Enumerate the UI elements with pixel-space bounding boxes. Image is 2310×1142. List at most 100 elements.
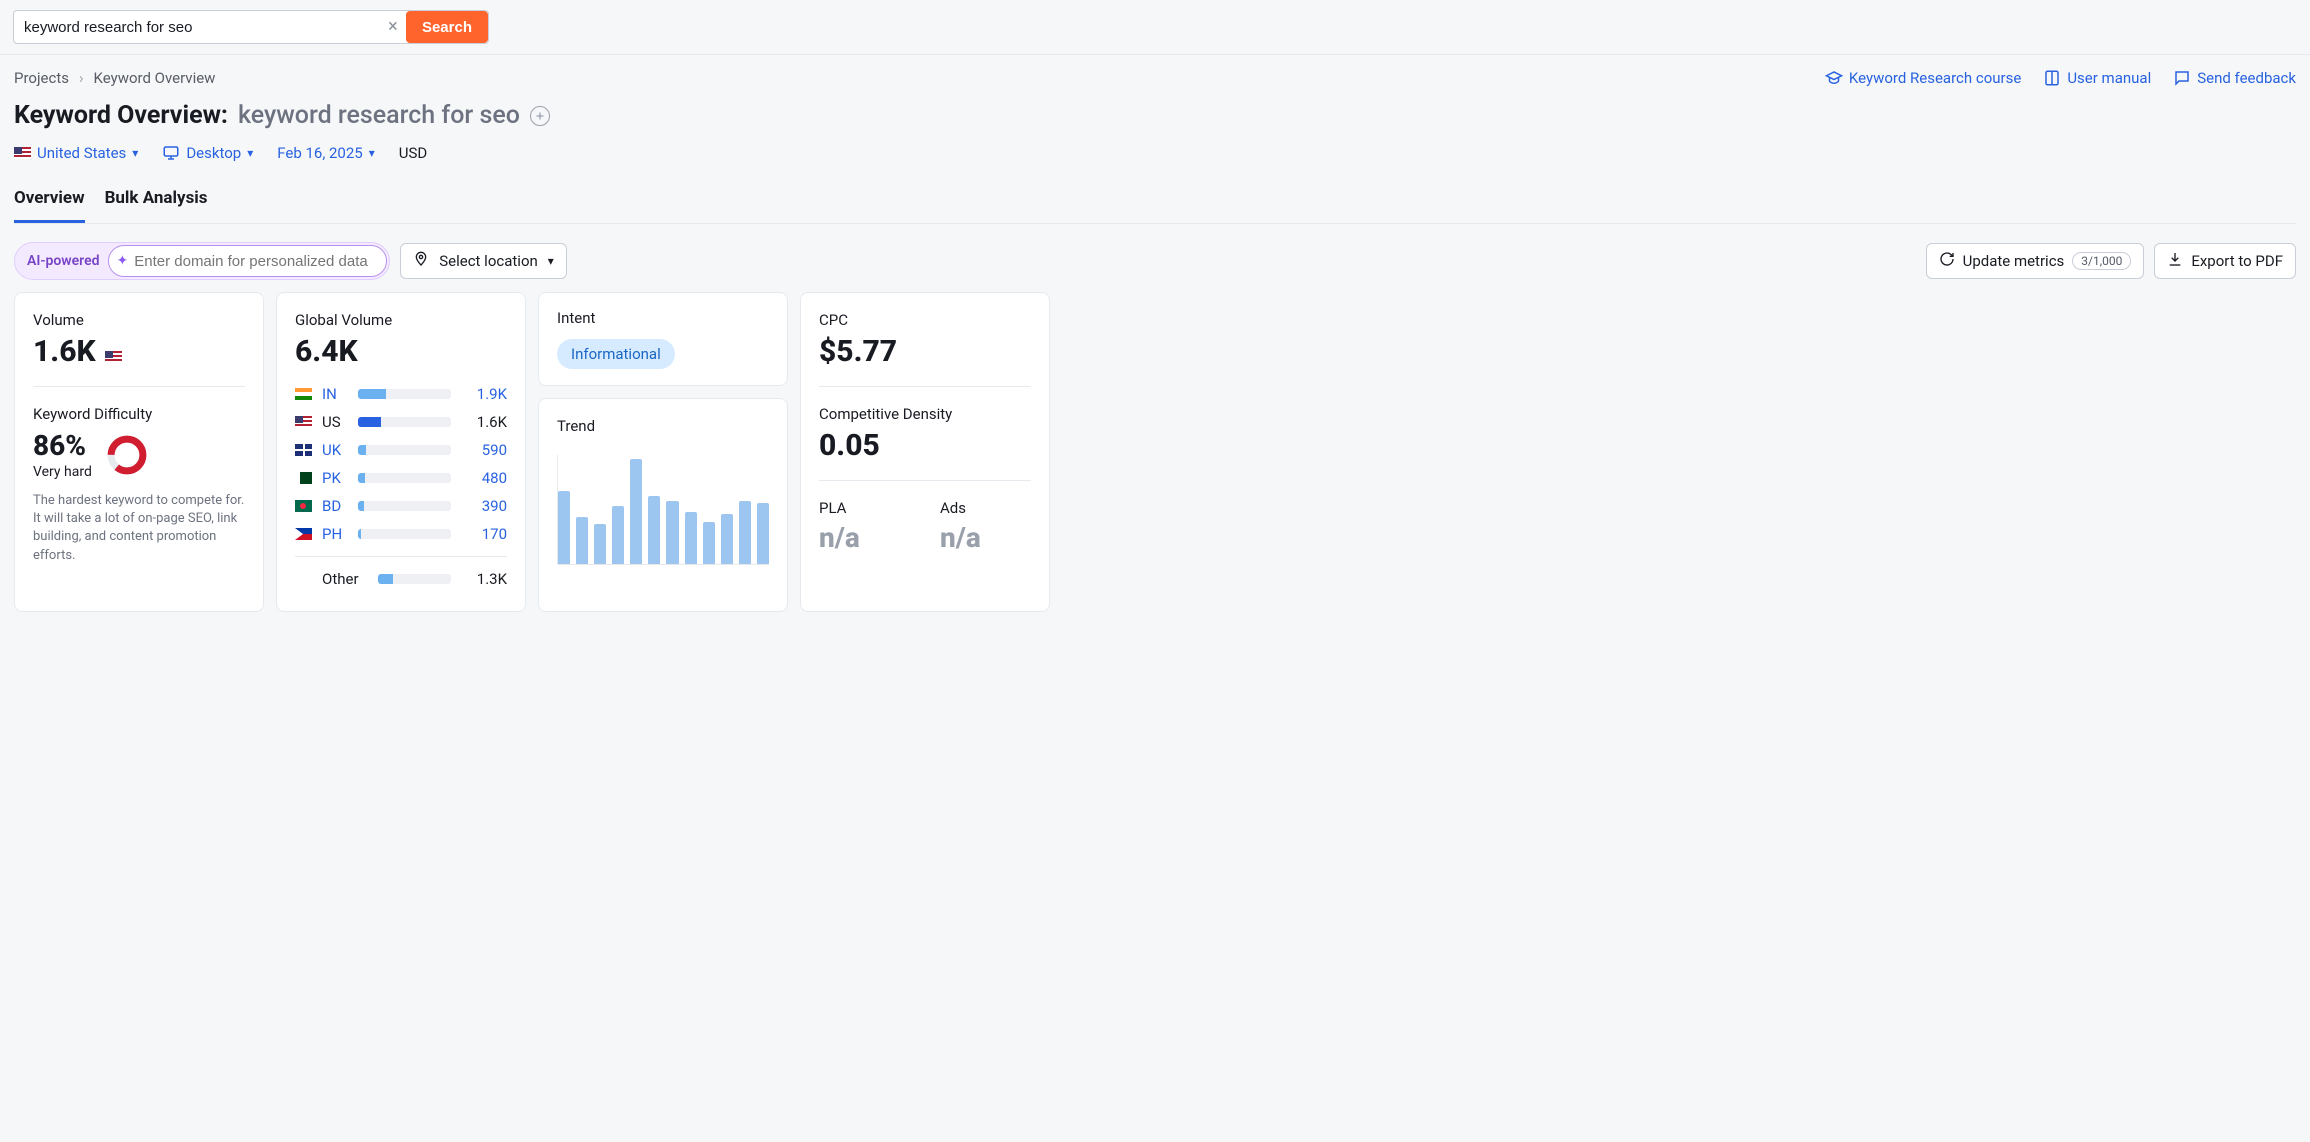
ads-value: n/a — [940, 521, 1031, 554]
difficulty-label: Keyword Difficulty — [33, 405, 245, 423]
volume-value: 390 — [461, 497, 507, 515]
trend-bar — [630, 459, 642, 564]
global-volume-other: Other 1.3K — [295, 565, 507, 593]
monitor-icon — [162, 144, 180, 162]
trend-bar — [685, 512, 697, 565]
trend-label: Trend — [557, 417, 769, 435]
volume-value: 1.9K — [461, 385, 507, 403]
page-title-keyword: keyword research for seo — [238, 101, 520, 130]
uk-flag-icon — [295, 444, 312, 456]
tab-bulk-analysis[interactable]: Bulk Analysis — [105, 182, 208, 223]
export-pdf-button[interactable]: Export to PDF — [2154, 243, 2296, 279]
date-picker[interactable]: Feb 16, 2025 ▾ — [277, 144, 375, 162]
difficulty-percent: 86% — [33, 429, 92, 462]
domain-input[interactable] — [134, 253, 374, 270]
trend-bar — [576, 517, 588, 564]
trend-bar — [703, 522, 715, 564]
global-volume-row[interactable]: BD 390 — [295, 492, 507, 520]
us-flag-icon — [295, 416, 312, 428]
country-code: PH — [322, 525, 348, 543]
breadcrumb-projects[interactable]: Projects — [14, 69, 69, 87]
trend-chart — [557, 455, 769, 565]
update-metrics-button[interactable]: Update metrics 3/1,000 — [1926, 243, 2145, 279]
ai-label: AI-powered — [27, 253, 100, 269]
volume-label: Volume — [33, 311, 245, 329]
chat-icon — [2173, 69, 2191, 87]
ai-powered-badge: AI-powered ✦ — [14, 242, 390, 280]
cpc-label: CPC — [819, 311, 1031, 329]
volume-value: 590 — [461, 441, 507, 459]
volume-value: 1.6K — [33, 334, 96, 369]
chevron-down-icon: ▾ — [369, 146, 375, 160]
volume-card: Volume 1.6K Keyword Difficulty 86% Very … — [14, 292, 264, 612]
difficulty-donut — [106, 434, 148, 476]
volume-value: 170 — [461, 525, 507, 543]
location-select[interactable]: Select location ▾ — [400, 243, 567, 279]
trend-bar — [612, 506, 624, 564]
global-volume-value: 6.4K — [295, 335, 507, 368]
sparkle-icon: ✦ — [117, 253, 129, 269]
export-icon — [2167, 251, 2183, 271]
country-picker[interactable]: United States ▾ — [14, 144, 138, 162]
difficulty-description: The hardest keyword to compete for. It w… — [33, 492, 245, 565]
trend-bar — [558, 491, 570, 565]
device-picker[interactable]: Desktop ▾ — [162, 144, 253, 162]
trend-bar — [739, 501, 751, 564]
pla-label: PLA — [819, 499, 910, 517]
link-manual[interactable]: User manual — [2043, 69, 2151, 87]
trend-bar — [757, 503, 769, 564]
chevron-right-icon: › — [79, 69, 84, 87]
book-icon — [2043, 69, 2061, 87]
add-keyword-button[interactable] — [530, 106, 550, 126]
domain-input-wrap: ✦ — [108, 245, 388, 277]
pk-flag-icon — [295, 472, 312, 484]
ph-flag-icon — [295, 528, 312, 540]
us-flag-icon — [105, 351, 122, 363]
global-volume-row[interactable]: PK480 — [295, 464, 507, 492]
global-volume-row: US 1.6K — [295, 408, 507, 436]
difficulty-level: Very hard — [33, 464, 92, 480]
refresh-icon — [1939, 251, 1955, 271]
trend-card: Trend — [538, 398, 788, 612]
update-count: 3/1,000 — [2072, 252, 2131, 270]
breadcrumb: Projects › Keyword Overview — [14, 69, 215, 87]
cpc-value: $5.77 — [819, 335, 1031, 368]
currency-label: USD — [399, 144, 427, 162]
graduation-cap-icon — [1825, 69, 1843, 87]
page-title: Keyword Overview: — [14, 101, 228, 130]
global-volume-row[interactable]: PH 170 — [295, 520, 507, 548]
competitive-value: 0.05 — [819, 429, 1031, 462]
chevron-down-icon: ▾ — [247, 146, 253, 160]
country-code: PK — [322, 469, 348, 487]
global-volume-card: Global Volume 6.4K IN 1.9K US 1.6K UK590PK48… — [276, 292, 526, 612]
search-button[interactable]: Search — [406, 11, 488, 43]
trend-bar — [594, 524, 606, 564]
country-code: BD — [322, 497, 348, 515]
metrics-card: CPC $5.77 Competitive Density 0.05 PLA n… — [800, 292, 1050, 612]
search-bar: × Search — [13, 10, 489, 44]
intent-label: Intent — [557, 309, 769, 327]
us-flag-icon — [14, 147, 31, 159]
intent-value: Informational — [557, 339, 675, 369]
link-feedback[interactable]: Send feedback — [2173, 69, 2296, 87]
volume-value: 1.6K — [461, 413, 507, 431]
chevron-down-icon: ▾ — [548, 254, 554, 268]
trend-bar — [721, 514, 733, 564]
competitive-label: Competitive Density — [819, 405, 1031, 423]
global-volume-label: Global Volume — [295, 311, 507, 329]
global-volume-row[interactable]: UK590 — [295, 436, 507, 464]
global-volume-row[interactable]: IN 1.9K — [295, 380, 507, 408]
link-course[interactable]: Keyword Research course — [1825, 69, 2021, 87]
country-code: IN — [322, 385, 348, 403]
country-code: US — [322, 413, 348, 431]
clear-icon[interactable]: × — [380, 11, 406, 43]
pin-icon — [413, 251, 429, 271]
intent-card: Intent Informational — [538, 292, 788, 386]
breadcrumb-current: Keyword Overview — [94, 69, 216, 87]
in-flag-icon — [295, 388, 312, 400]
chevron-down-icon: ▾ — [132, 146, 138, 160]
trend-bar — [648, 496, 660, 564]
search-input[interactable] — [14, 19, 380, 36]
ads-label: Ads — [940, 499, 1031, 517]
tab-overview[interactable]: Overview — [14, 182, 85, 223]
